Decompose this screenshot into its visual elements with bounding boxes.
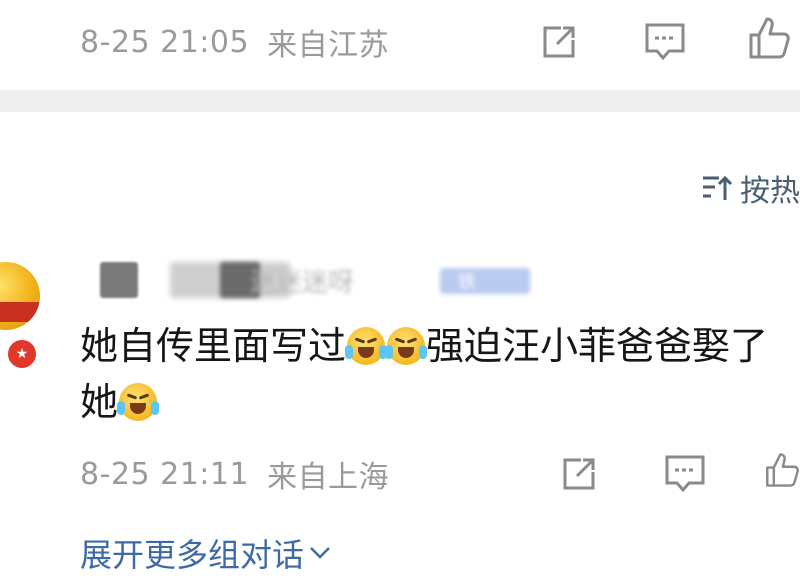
comment-location: 来自江苏 — [267, 28, 390, 63]
avatar[interactable] — [0, 262, 40, 330]
chevron-down-icon — [308, 541, 332, 565]
username: 迷迷迷呀 — [250, 268, 355, 298]
top-comment-meta: 8-25 21:05 来自江苏 — [80, 22, 390, 64]
expand-replies-label: 展开更多组对话 — [80, 536, 305, 574]
comment-line-2: 她 — [80, 380, 119, 424]
fan-tag — [440, 268, 530, 294]
like-icon[interactable] — [764, 446, 800, 494]
comment-meta: 8-25 21:11 来自上海 — [80, 454, 390, 496]
comment-icon[interactable] — [642, 20, 688, 64]
comment-line-1: 她自传里面写过 — [80, 324, 347, 368]
comment-line-1-tail: 强迫汪小菲爸爸娶了 — [426, 324, 769, 368]
crying-laughing-emoji-icon — [345, 327, 388, 365]
comment-location: 来自上海 — [267, 460, 390, 495]
crying-laughing-emoji-icon — [117, 383, 160, 421]
comment-icon[interactable] — [662, 452, 708, 496]
expand-replies-link[interactable]: 展开更多组对话 — [80, 532, 332, 574]
share-icon[interactable] — [558, 454, 600, 494]
comment-date: 8-25 21:05 — [80, 24, 250, 60]
verified-badge-icon: ★ — [6, 338, 38, 370]
sort-label: 按热 — [740, 174, 800, 209]
comment-text: 她自传里面写过 强迫汪小菲爸爸娶了 她 — [80, 318, 800, 430]
sort-icon — [700, 171, 734, 205]
fan-tag-label: 铁粉 — [458, 272, 476, 319]
username-blur-block — [100, 262, 138, 298]
comment-date: 8-25 21:11 — [80, 456, 250, 492]
sort-control[interactable]: 按热 — [700, 168, 800, 209]
crying-laughing-emoji-icon — [385, 327, 428, 365]
username-row[interactable]: 迷迷迷呀 铁粉 — [100, 258, 530, 319]
share-icon[interactable] — [538, 22, 580, 62]
like-icon[interactable] — [746, 14, 792, 62]
section-divider — [0, 90, 800, 112]
